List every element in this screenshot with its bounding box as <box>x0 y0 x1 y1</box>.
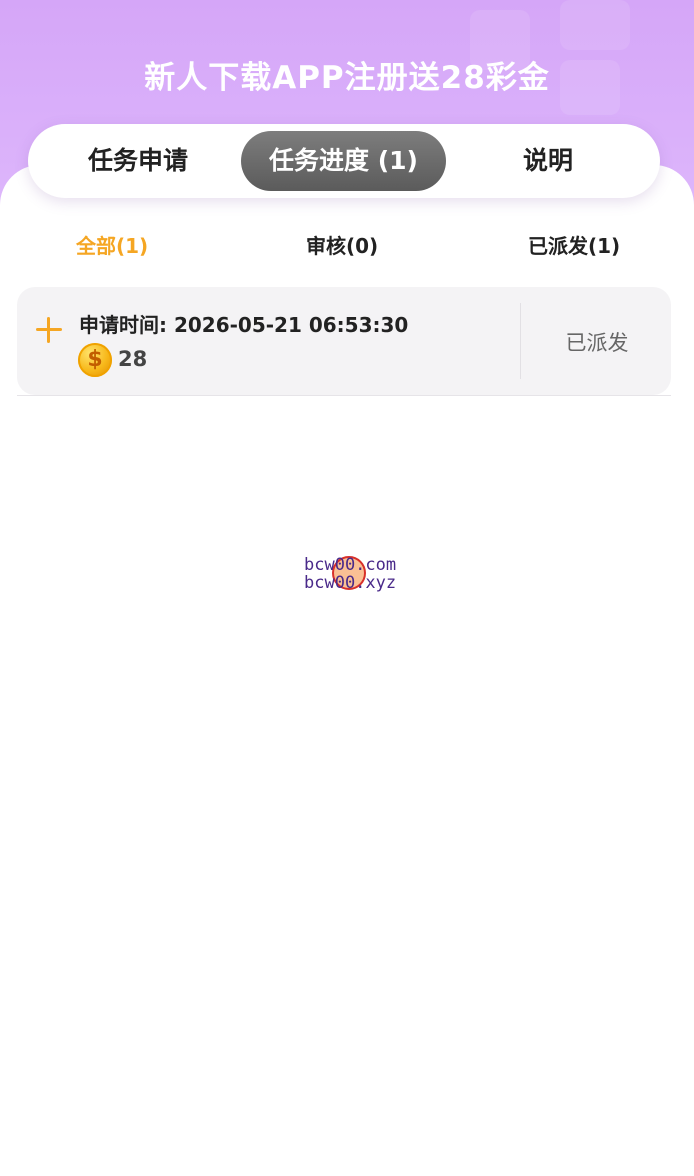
filter-reviewing[interactable]: 审核(0) <box>306 230 378 259</box>
filter-dispatched[interactable]: 已派发(1) <box>528 230 620 259</box>
tab-task-progress[interactable]: 任务进度 (1) <box>241 131 446 191</box>
filter-all[interactable]: 全部(1) <box>76 230 148 259</box>
watermark-line-2: bcw00.xyz <box>304 573 397 593</box>
tab-task-apply[interactable]: 任务申请 <box>48 131 228 191</box>
divider <box>520 303 521 379</box>
watermark: bcw00.com bcw00.xyz <box>304 556 424 596</box>
status-filter-bar: 全部(1) 审核(0) 已派发(1) <box>0 222 694 268</box>
apply-time: 申请时间: 2026-05-21 06:53:30 <box>79 313 409 337</box>
tab-instructions[interactable]: 说明 <box>458 131 638 191</box>
status-label: 已派发 <box>565 331 629 355</box>
coin-icon: $ <box>78 343 112 377</box>
expand-plus-icon[interactable] <box>36 317 62 343</box>
banner-decoration <box>560 0 630 50</box>
reward-amount: 28 <box>118 347 148 371</box>
record-item[interactable]: 申请时间: 2026-05-21 06:53:30 $ 28 已派发 <box>17 287 671 395</box>
tab-bar: 任务申请 任务进度 (1) 说明 <box>28 124 660 198</box>
divider <box>17 395 671 396</box>
watermark-line-1: bcw00.com <box>304 555 397 575</box>
banner-title: 新人下载APP注册送28彩金 <box>144 60 550 96</box>
